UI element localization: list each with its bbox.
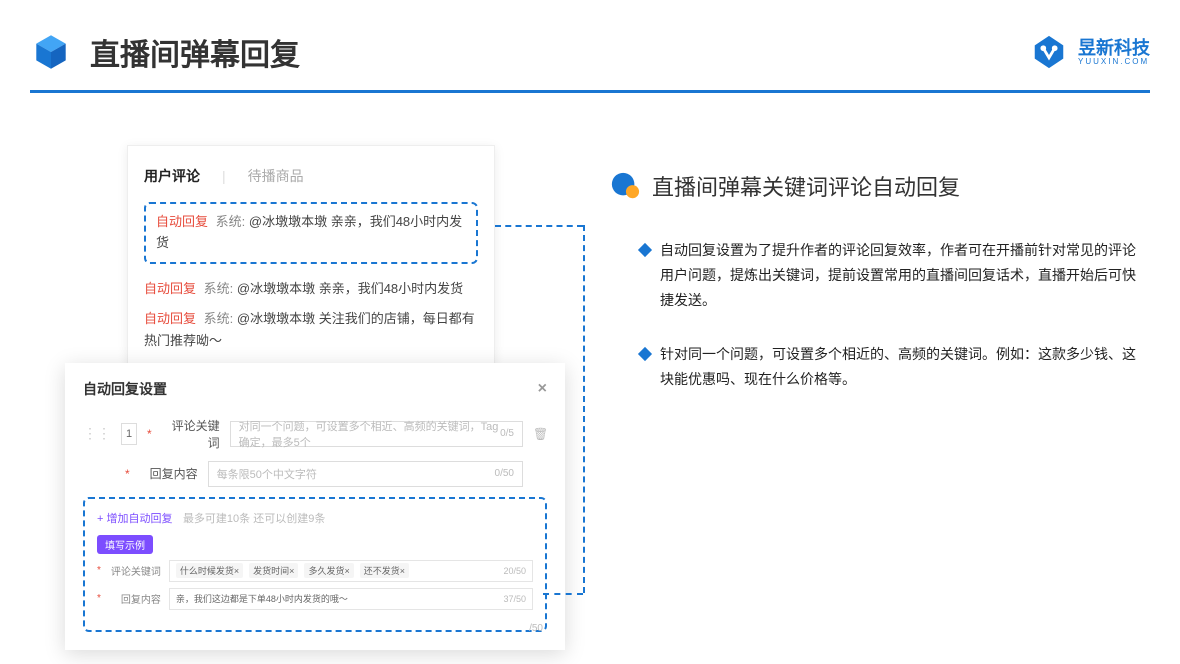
example-content-label: 回复内容 — [109, 591, 161, 606]
message-body: @冰墩墩本墩 亲亲，我们48小时内发货 — [237, 281, 463, 296]
example-content-count: 37/50 — [503, 594, 526, 604]
section-title: 直播间弹幕关键词评论自动回复 — [652, 170, 960, 202]
example-keyword-input[interactable]: 什么时候发货× 发货时间× 多久发货× 还不发货× 20/50 — [169, 560, 533, 582]
bullet-text: 针对同一个问题，可设置多个相近的、高频的关键词。例如：这款多少钱、这块能优惠吗、… — [660, 342, 1140, 392]
close-icon[interactable]: × — [538, 380, 547, 398]
drag-handle-icon[interactable]: ⋮⋮ — [83, 425, 111, 442]
system-label: 系统: — [204, 281, 234, 296]
modal-title: 自动回复设置 — [83, 379, 167, 399]
bullet-item: 针对同一个问题，可设置多个相近的、高频的关键词。例如：这款多少钱、这块能优惠吗、… — [610, 342, 1140, 392]
section-header: 直播间弹幕关键词评论自动回复 — [610, 170, 1140, 202]
page-header: 直播间弹幕回复 昱新科技 YUUXIN.COM — [30, 30, 1150, 74]
example-content-text: 亲，我们这边都是下单48小时内发货的哦～ — [176, 592, 348, 605]
add-reply-hint: 最多可建10条 还可以创建9条 — [183, 513, 325, 525]
tab-products[interactable]: 待播商品 — [248, 166, 304, 186]
auto-reply-tag: 自动回复 — [144, 281, 196, 296]
logo-mark-icon — [1030, 33, 1068, 71]
highlighted-comment: 自动回复 系统: @冰墩墩本墩 亲亲，我们48小时内发货 — [144, 202, 478, 264]
bullet-text: 自动回复设置为了提升作者的评论回复效率，作者可在开播前针对常见的评论用户问题，提… — [660, 238, 1140, 314]
extra-count: /50 — [529, 623, 543, 634]
auto-reply-settings-modal: 自动回复设置 × ⋮⋮ 1 * 评论关键词 对同一个问题，可设置多个相近、高频的… — [65, 363, 565, 650]
logo-cn: 昱新科技 — [1078, 39, 1150, 57]
example-content-row: * 回复内容 亲，我们这边都是下单48小时内发货的哦～ 37/50 — [97, 588, 533, 610]
chat-bubble-icon — [610, 171, 640, 201]
add-reply-link[interactable]: + 增加自动回复 — [97, 513, 172, 525]
required-marker: * — [97, 565, 101, 576]
tag-chip[interactable]: 发货时间× — [249, 563, 298, 578]
delete-icon[interactable]: 🗑 — [533, 427, 547, 441]
add-reply-row: + 增加自动回复 最多可建10条 还可以创建9条 — [97, 509, 533, 527]
header-divider — [30, 90, 1150, 93]
keyword-count: 0/5 — [500, 428, 514, 439]
keyword-label: 评论关键词 — [162, 417, 220, 451]
auto-reply-tag: 自动回复 — [144, 311, 196, 326]
tab-separator: | — [222, 168, 226, 184]
system-label: 系统: — [216, 214, 246, 229]
example-badge: 填写示例 — [97, 535, 153, 554]
brand-logo: 昱新科技 YUUXIN.COM — [1030, 33, 1150, 71]
connector-line — [543, 593, 583, 595]
keyword-input[interactable]: 对同一个问题，可设置多个相近、高频的关键词，Tag确定，最多5个 0/5 — [230, 421, 523, 447]
tag-chip[interactable]: 多久发货× — [304, 563, 353, 578]
tab-comments[interactable]: 用户评论 — [144, 166, 200, 186]
connector-line — [495, 225, 583, 227]
tag-chip[interactable]: 还不发货× — [360, 563, 409, 578]
example-keyword-count: 20/50 — [503, 566, 526, 576]
keyword-row: ⋮⋮ 1 * 评论关键词 对同一个问题，可设置多个相近、高频的关键词，Tag确定… — [83, 417, 547, 451]
comment-panel: 用户评论 | 待播商品 自动回复 系统: @冰墩墩本墩 亲亲，我们48小时内发货… — [127, 145, 495, 369]
tag-chip[interactable]: 什么时候发货× — [176, 563, 243, 578]
example-content-input[interactable]: 亲，我们这边都是下单48小时内发货的哦～ 37/50 — [169, 588, 533, 610]
content-input[interactable]: 每条限50个中文字符 0/50 — [208, 461, 523, 487]
content-count: 0/50 — [495, 468, 514, 479]
cube-icon — [30, 31, 72, 73]
header-left: 直播间弹幕回复 — [30, 30, 300, 74]
modal-header: 自动回复设置 × — [83, 379, 547, 399]
bullet-item: 自动回复设置为了提升作者的评论回复效率，作者可在开播前针对常见的评论用户问题，提… — [610, 238, 1140, 314]
required-marker: * — [125, 467, 130, 481]
example-keyword-row: * 评论关键词 什么时候发货× 发货时间× 多久发货× 还不发货× 20/50 — [97, 560, 533, 582]
row-number: 1 — [121, 423, 137, 445]
content-label: 回复内容 — [140, 465, 198, 482]
required-marker: * — [147, 427, 152, 441]
diamond-icon — [638, 243, 652, 257]
connector-line — [583, 225, 585, 593]
screenshot-area: 用户评论 | 待播商品 自动回复 系统: @冰墩墩本墩 亲亲，我们48小时内发货… — [65, 145, 565, 650]
content-row: * 回复内容 每条限50个中文字符 0/50 🗑 — [83, 461, 547, 487]
content-placeholder: 每条限50个中文字符 — [217, 466, 317, 482]
keyword-placeholder: 对同一个问题，可设置多个相近、高频的关键词，Tag确定，最多5个 — [239, 418, 500, 450]
comment-line: 自动回复 系统: @冰墩墩本墩 亲亲，我们48小时内发货 — [144, 274, 478, 304]
page-title: 直播间弹幕回复 — [90, 30, 300, 74]
auto-reply-tag: 自动回复 — [156, 214, 208, 229]
description-panel: 直播间弹幕关键词评论自动回复 自动回复设置为了提升作者的评论回复效率，作者可在开… — [610, 170, 1140, 420]
logo-en: YUUXIN.COM — [1078, 57, 1150, 66]
example-section: + 增加自动回复 最多可建10条 还可以创建9条 填写示例 * 评论关键词 什么… — [83, 497, 547, 632]
comment-tabs: 用户评论 | 待播商品 — [144, 166, 478, 186]
system-label: 系统: — [204, 311, 234, 326]
required-marker: * — [97, 593, 101, 604]
comment-line: 自动回复 系统: @冰墩墩本墩 关注我们的店铺，每日都有热门推荐呦～ — [144, 304, 478, 356]
logo-text: 昱新科技 YUUXIN.COM — [1078, 39, 1150, 66]
example-keyword-label: 评论关键词 — [109, 563, 161, 578]
diamond-icon — [638, 346, 652, 360]
